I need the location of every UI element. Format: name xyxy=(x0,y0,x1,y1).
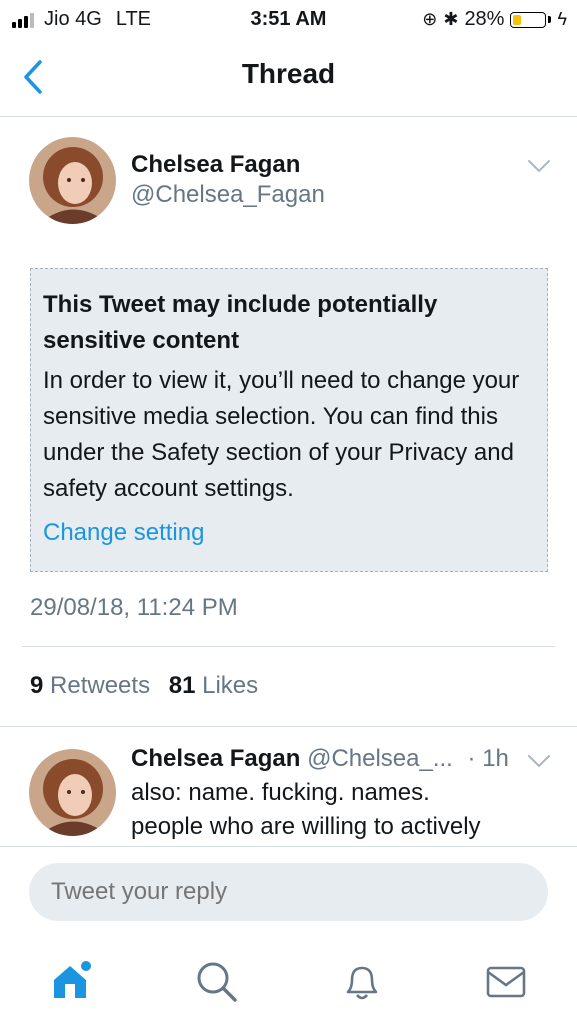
battery-cap xyxy=(548,16,552,23)
sensitive-content-notice: This Tweet may include potentially sensi… xyxy=(30,268,548,572)
avatar-photo xyxy=(29,137,116,224)
tweet-options-button[interactable] xyxy=(527,158,551,179)
change-setting-link[interactable]: Change setting xyxy=(43,515,535,551)
tab-home[interactable] xyxy=(50,960,91,1000)
retweets-stat[interactable]: 9 Retweets xyxy=(30,672,150,699)
avatar[interactable] xyxy=(29,137,116,224)
reply-age: · 1h xyxy=(467,745,509,772)
retweets-count: 9 xyxy=(30,672,44,699)
battery-level xyxy=(513,14,522,25)
notice-body: In order to view it, you’ll need to chan… xyxy=(43,367,520,502)
chevron-down-icon xyxy=(528,160,550,173)
chevron-down-icon xyxy=(528,755,550,768)
search-icon xyxy=(197,962,237,1002)
tweet-timestamp: 29/08/18, 11:24 PM xyxy=(30,594,238,621)
orientation-lock-icon: ⊕ xyxy=(422,9,438,29)
reply-text-line: people who are willing to actively xyxy=(131,813,481,840)
divider xyxy=(22,646,555,647)
reply-author-handle[interactable]: @Chelsea_... xyxy=(307,745,453,772)
likes-count: 81 xyxy=(168,672,196,699)
reply-header: Chelsea Fagan @Chelsea_... · 1h xyxy=(131,742,509,776)
likes-stat[interactable]: 81 Likes xyxy=(169,672,258,699)
author-handle[interactable]: @Chelsea_Fagan xyxy=(131,181,325,209)
avatar-photo xyxy=(29,749,116,836)
retweets-label: Retweets xyxy=(50,672,151,699)
battery-icon xyxy=(510,11,547,28)
likes-label: Likes xyxy=(202,672,259,699)
bluetooth-icon: ✱ xyxy=(443,9,459,29)
messages-icon xyxy=(486,966,526,998)
tab-notifications[interactable] xyxy=(340,960,380,1000)
reply-input[interactable] xyxy=(29,863,548,921)
charging-icon: ϟ xyxy=(557,9,567,29)
nav-bar: Thread xyxy=(0,38,577,117)
reply-author-name[interactable]: Chelsea Fagan xyxy=(131,745,300,772)
home-icon xyxy=(54,961,91,998)
tab-search[interactable] xyxy=(195,960,237,1002)
notifications-icon xyxy=(346,966,378,1000)
reply-options-button[interactable] xyxy=(527,753,551,774)
battery-percent: 28% xyxy=(464,8,505,30)
status-bar: Jio 4G LTE 3:51 AM ⊕ ✱ 28% ϟ xyxy=(0,0,577,38)
author-name[interactable]: Chelsea Fagan xyxy=(131,151,300,179)
page-title: Thread xyxy=(241,58,336,89)
reply-avatar[interactable] xyxy=(29,749,116,836)
tweet-stats: 9 Retweets 81 Likes xyxy=(30,672,258,700)
reply-text-line: also: name. fucking. names. xyxy=(131,779,430,806)
divider xyxy=(0,726,577,727)
status-right: ⊕ ✱ 28% ϟ xyxy=(422,8,567,31)
tab-messages[interactable] xyxy=(485,960,526,1000)
notice-title: This Tweet may include potentially sensi… xyxy=(43,291,438,354)
